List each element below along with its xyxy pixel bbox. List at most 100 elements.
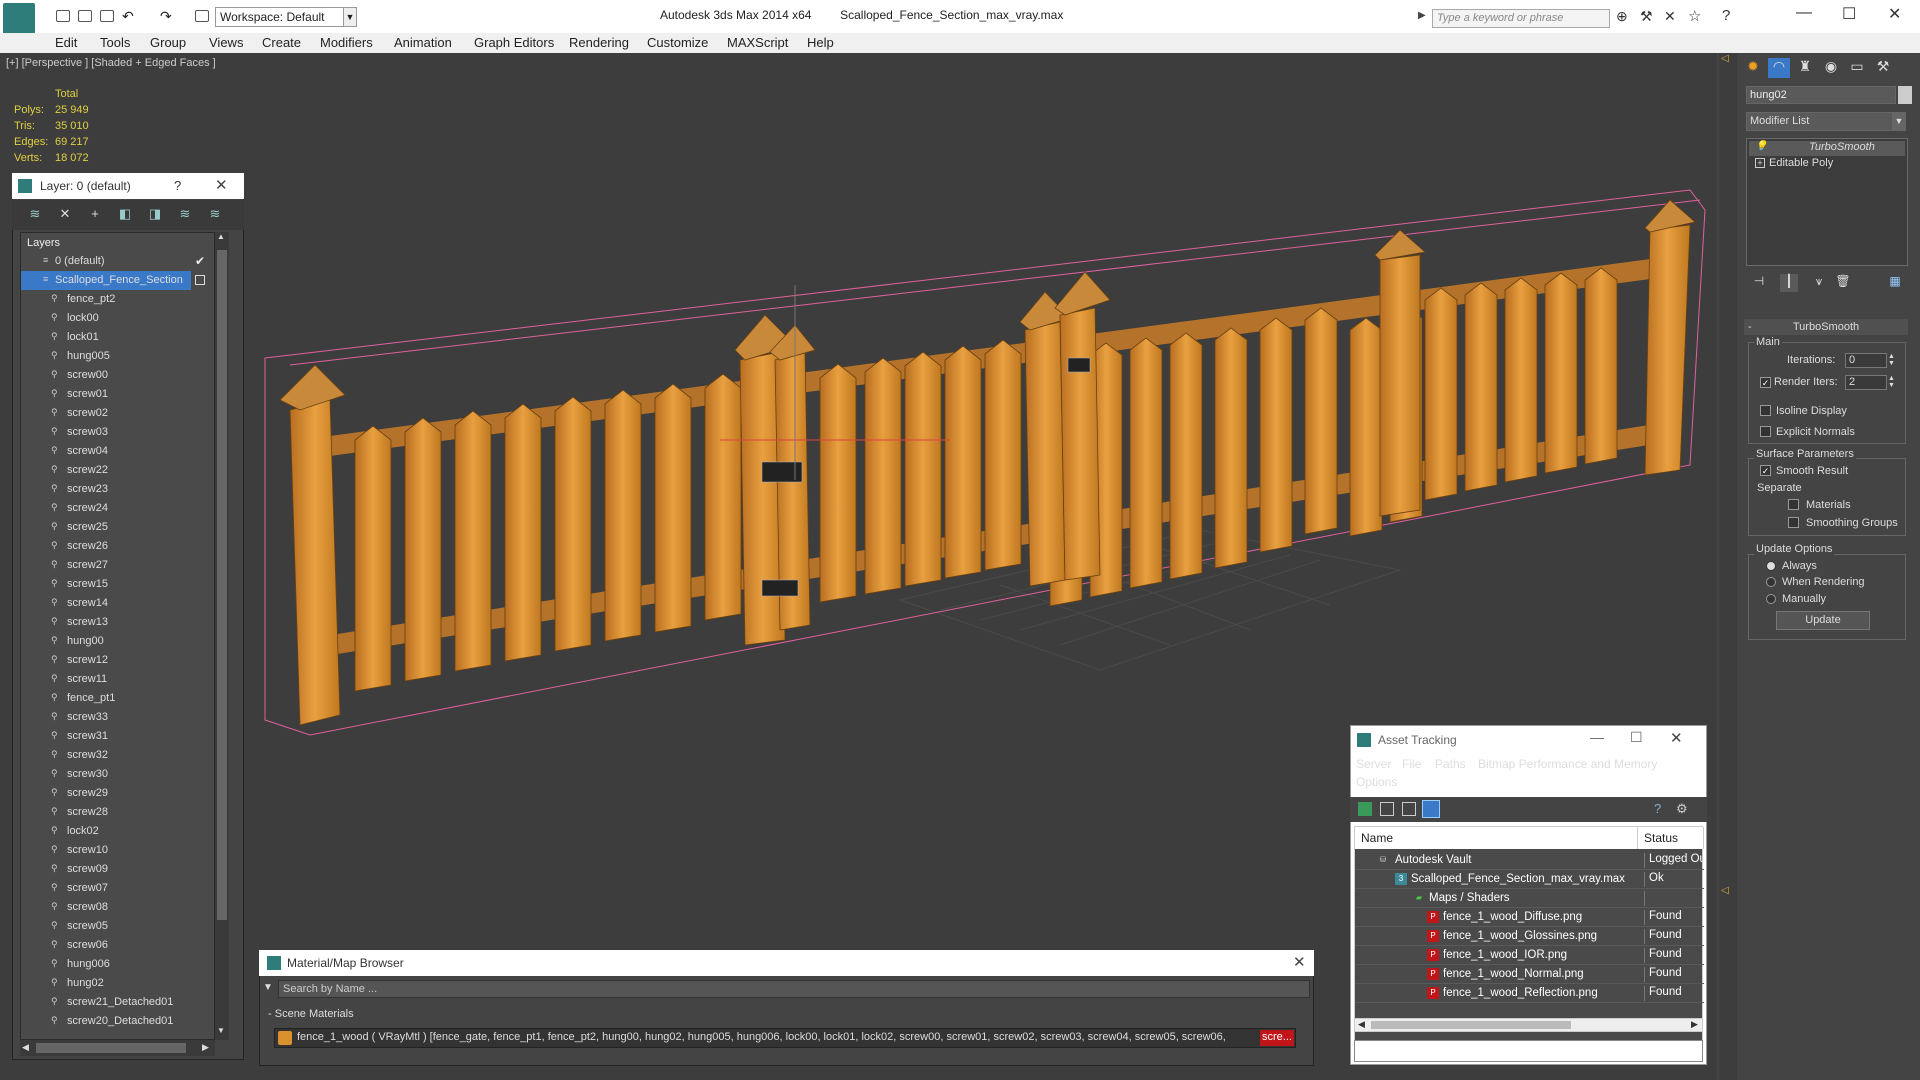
project-folder-icon[interactable] [195, 10, 209, 22]
layer-object-row[interactable]: ⚲ lock00 [21, 309, 214, 328]
refresh-icon[interactable] [1358, 802, 1372, 816]
asset-row-file[interactable]: P fence_1_wood_Glossines.png Found [1355, 927, 1704, 946]
freeze-all-icon[interactable]: ≋ [206, 206, 224, 224]
asset-row-file[interactable]: P fence_1_wood_IOR.png Found [1355, 946, 1704, 965]
layer-object-row[interactable]: ⚲ screw28 [21, 803, 214, 822]
menu-graph-editors[interactable]: Graph Editors [474, 35, 554, 50]
delete-layer-icon[interactable]: ✕ [56, 206, 74, 224]
column-name[interactable]: Name [1355, 827, 1638, 849]
layer-object-row[interactable]: ⚲ screw00 [21, 366, 214, 385]
layer-object-row[interactable]: ⚲ hung02 [21, 974, 214, 993]
favorites-star-icon[interactable]: ☆ [1688, 7, 1701, 25]
create-tab-icon[interactable]: ✹ [1742, 58, 1764, 78]
layer-object-row[interactable]: ⚲ screw05 [21, 917, 214, 936]
column-status[interactable]: Status [1638, 827, 1704, 849]
thumbnail-view-icon[interactable] [1402, 802, 1416, 816]
viewport-label[interactable]: [+] [Perspective ] [Shaded + Edged Faces… [6, 57, 216, 69]
iterations-spinner[interactable]: 0 [1845, 353, 1887, 368]
asset-menu-paths[interactable]: Paths [1435, 757, 1466, 771]
add-to-layer-icon[interactable]: + [86, 206, 104, 224]
close-icon[interactable]: ✕ [215, 176, 228, 194]
layer-object-row[interactable]: ⚲ screw10 [21, 841, 214, 860]
layer-object-row[interactable]: ⚲ screw27 [21, 556, 214, 575]
asset-row-file[interactable]: P fence_1_wood_Normal.png Found [1355, 965, 1704, 984]
close-window-icon[interactable]: ✕ [1888, 4, 1901, 24]
separate-materials-checkbox[interactable] [1788, 499, 1799, 510]
communication-icon[interactable]: ⚒ [1640, 8, 1653, 25]
asset-row-vault[interactable]: ⛁ Autodesk Vault Logged Ou [1355, 851, 1704, 870]
layer-row-scalloped-fence[interactable]: ≡ Scalloped_Fence_Section [21, 271, 191, 290]
object-name-field[interactable]: hung02 [1746, 86, 1896, 104]
layer-object-row[interactable]: ⚲ hung00 [21, 632, 214, 651]
spinner-arrows-icon[interactable]: ▲ ▼ [1888, 353, 1895, 367]
undo-icon[interactable]: ↶ [122, 8, 134, 25]
pin-stack-icon[interactable]: ⊣ [1750, 274, 1768, 292]
remove-modifier-icon[interactable]: 🗑 [1834, 274, 1852, 292]
binoculars-icon[interactable]: ⊕ [1616, 8, 1628, 25]
active-layer-check-icon[interactable]: ✔ [195, 254, 205, 268]
hscroll-thumb[interactable] [1371, 1021, 1571, 1029]
expand-icon[interactable]: + [1755, 158, 1765, 168]
layer-object-row[interactable]: ⚲ screw12 [21, 651, 214, 670]
layer-object-row[interactable]: ⚲ screw15 [21, 575, 214, 594]
asset-horizontal-scrollbar[interactable]: ◀ ▶ [1354, 1018, 1703, 1032]
maximize-icon[interactable]: ☐ [1842, 4, 1856, 24]
help-icon[interactable]: ? [1722, 7, 1730, 24]
layer-object-row[interactable]: ⚲ screw23 [21, 480, 214, 499]
asset-row-file[interactable]: P fence_1_wood_Reflection.png Found [1355, 984, 1704, 1003]
layer-horizontal-scrollbar[interactable]: ◀ ▶ [20, 1040, 215, 1056]
close-icon[interactable]: ✕ [1293, 953, 1306, 971]
layer-object-row[interactable]: ⚲ screw09 [21, 860, 214, 879]
layer-object-row[interactable]: ⚲ hung006 [21, 955, 214, 974]
smooth-result-checkbox[interactable]: ✓ [1760, 465, 1771, 476]
current-layer-icon[interactable] [195, 275, 205, 285]
layer-object-row[interactable]: ⚲ screw06 [21, 936, 214, 955]
chevron-down-icon[interactable]: ▼ [1892, 113, 1906, 130]
table-view-icon[interactable] [1422, 800, 1440, 818]
layer-object-row[interactable]: ⚲ screw21_Detached01 [21, 993, 214, 1012]
menu-tools[interactable]: Tools [100, 35, 130, 50]
settings-icon[interactable]: ⚙ [1676, 801, 1688, 817]
layer-object-row[interactable]: ⚲ screw07 [21, 879, 214, 898]
layer-object-row[interactable]: ⚲ fence_pt2 [21, 290, 214, 309]
open-file-icon[interactable] [78, 10, 92, 22]
layer-object-row[interactable]: ⚲ lock02 [21, 822, 214, 841]
scroll-thumb[interactable] [217, 250, 227, 920]
layer-object-row[interactable]: ⚲ hung005 [21, 347, 214, 366]
play-icon[interactable]: ▶ [1418, 10, 1426, 21]
hscroll-thumb[interactable] [36, 1043, 186, 1053]
exchange-icon[interactable]: ✕ [1664, 8, 1676, 25]
layer-scrollbar[interactable]: ▲ ▼ [215, 232, 229, 1040]
hide-all-icon[interactable]: ≋ [176, 206, 194, 224]
layer-object-row[interactable]: ⚲ screw33 [21, 708, 214, 727]
hierarchy-tab-icon[interactable]: ♜ [1794, 58, 1816, 78]
menu-views[interactable]: Views [209, 35, 243, 50]
scroll-up-icon[interactable]: ▲ [217, 232, 225, 241]
scroll-right-icon[interactable]: ▶ [1691, 1019, 1698, 1030]
redo-icon[interactable]: ↷ [160, 8, 172, 25]
asset-menu-bitmap-performance[interactable]: Bitmap Performance and Memory [1478, 757, 1657, 771]
layer-object-row[interactable]: ⚲ screw08 [21, 898, 214, 917]
scroll-right-icon[interactable]: ▶ [202, 1042, 209, 1053]
help-icon[interactable]: ? [174, 178, 181, 193]
update-always-radio[interactable] [1766, 561, 1776, 571]
asset-menu-server[interactable]: Server [1356, 757, 1391, 771]
make-unique-icon[interactable]: ⩛ [1810, 274, 1828, 292]
show-end-result-icon[interactable]: ┃ [1780, 274, 1798, 292]
update-when-rendering-radio[interactable] [1766, 577, 1776, 587]
asset-row-file[interactable]: P fence_1_wood_Diffuse.png Found [1355, 908, 1704, 927]
spinner-arrows-icon[interactable]: ▲ ▼ [1888, 375, 1895, 389]
highlight-selected-icon[interactable]: ◨ [146, 206, 164, 224]
layer-object-row[interactable]: ⚲ screw11 [21, 670, 214, 689]
layer-object-row[interactable]: ⚲ screw01 [21, 385, 214, 404]
layer-object-row[interactable]: ⚲ screw30 [21, 765, 214, 784]
layer-object-row[interactable]: ⚲ screw32 [21, 746, 214, 765]
menu-animation[interactable]: Animation [394, 35, 452, 50]
isoline-display-checkbox[interactable] [1760, 405, 1771, 416]
workspace-dropdown[interactable]: Workspace: Default [215, 7, 357, 27]
utilities-tab-icon[interactable]: ⚒ [1872, 58, 1894, 78]
menu-create[interactable]: Create [262, 35, 301, 50]
layer-object-row[interactable]: ⚲ lock01 [21, 328, 214, 347]
browser-options-icon[interactable]: ▼ [263, 982, 273, 993]
select-objects-icon[interactable]: ◧ [116, 206, 134, 224]
